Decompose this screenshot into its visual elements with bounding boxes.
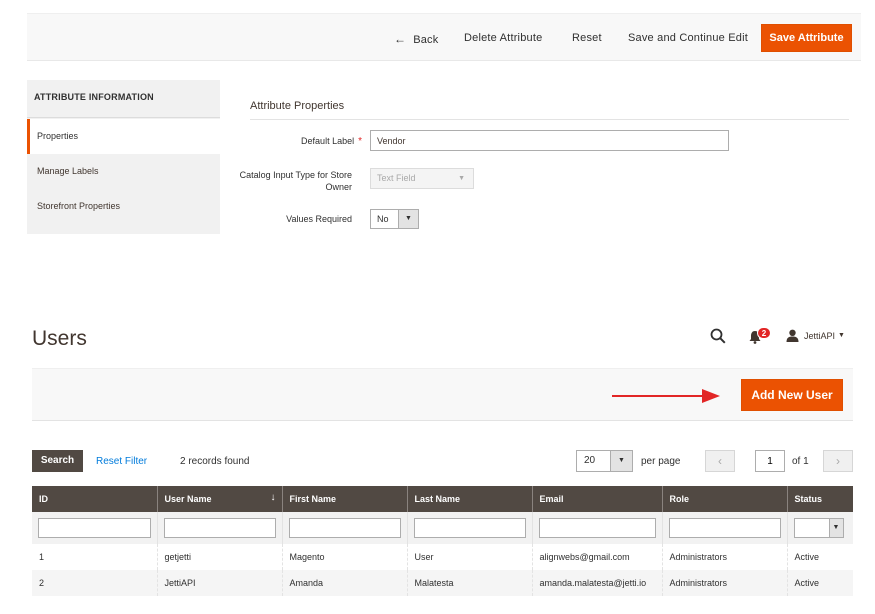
chevron-down-icon: ▼ [828, 519, 843, 537]
filter-id-input[interactable] [38, 518, 151, 538]
back-label: Back [413, 34, 439, 46]
attribute-action-bar: ← Back Delete Attribute Reset Save and Co… [27, 13, 861, 61]
values-required-select[interactable]: No ▼ [370, 209, 419, 229]
cell-last-name: Malatesta [406, 570, 532, 596]
cell-status: Active [786, 570, 853, 596]
input-type-select: Text Field ▼ [370, 168, 474, 189]
attribute-side-nav: ATTRIBUTE INFORMATION Properties Manage … [27, 80, 220, 234]
filter-cell-status: ▼ [786, 512, 853, 544]
add-new-user-button[interactable]: Add New User [741, 379, 843, 411]
filter-cell-last-name [406, 512, 532, 544]
table-row[interactable]: 2 JettiAPI Amanda Malatesta amanda.malat… [32, 570, 853, 596]
delete-attribute-button[interactable]: Delete Attribute [464, 32, 542, 44]
chevron-down-icon: ▼ [458, 175, 465, 182]
filter-user-name-input[interactable] [163, 518, 276, 538]
previous-page-button[interactable]: ‹ [705, 450, 735, 472]
account-username[interactable]: JettiAPI [804, 331, 835, 341]
arrow-left-icon: ← [394, 32, 407, 46]
section-divider [250, 119, 849, 120]
cell-user-name: JettiAPI [156, 570, 282, 596]
arrow-right-icon [612, 389, 720, 403]
users-grid: ID User Name ↓ First Name Last Name Email… [32, 486, 853, 596]
default-label-field-label: Default Label * [232, 136, 362, 147]
chevron-right-icon: › [836, 454, 840, 468]
user-icon[interactable] [786, 329, 799, 342]
cell-email: alignwebs@gmail.com [531, 544, 662, 570]
column-header-first-name[interactable]: First Name [281, 486, 407, 512]
filter-row: ▼ [32, 512, 853, 544]
section-title: Attribute Properties [250, 100, 345, 112]
cell-first-name: Magento [281, 544, 407, 570]
side-nav-item-storefront-properties[interactable]: Storefront Properties [27, 189, 220, 224]
page-title: Users [32, 327, 87, 350]
column-header-status[interactable]: Status [786, 486, 853, 512]
filter-cell-email [531, 512, 662, 544]
column-header-user-name-label: User Name [164, 494, 212, 504]
save-attribute-button[interactable]: Save Attribute [761, 24, 852, 52]
filter-cell-user-name [156, 512, 282, 544]
cell-email: amanda.malatesta@jetti.io [531, 570, 662, 596]
table-row[interactable]: 1 getjetti Magento User alignwebs@gmail.… [32, 544, 853, 570]
search-button[interactable]: Search [32, 450, 83, 472]
filter-last-name-input[interactable] [413, 518, 526, 538]
side-nav-item-properties[interactable]: Properties [27, 119, 220, 154]
input-type-field-label: Catalog Input Type for Store Owner [239, 170, 352, 192]
values-required-field-label: Values Required [286, 214, 352, 224]
per-page-select[interactable]: 20 ▼ [576, 450, 633, 472]
cell-role: Administrators [661, 544, 787, 570]
users-action-bar [32, 368, 853, 421]
filter-email-input[interactable] [538, 518, 656, 538]
per-page-label: per page [641, 456, 681, 467]
filter-first-name-input[interactable] [288, 518, 401, 538]
filter-cell-role [661, 512, 787, 544]
back-button[interactable]: ← Back [394, 32, 438, 46]
cell-id: 1 [32, 544, 157, 570]
chevron-down-icon: ▼ [398, 210, 418, 228]
input-type-value: Text Field [377, 173, 416, 183]
filter-role-input[interactable] [668, 518, 781, 538]
cell-status: Active [786, 544, 853, 570]
side-nav-item-manage-labels[interactable]: Manage Labels [27, 154, 220, 189]
notification-count-badge: 2 [757, 327, 771, 339]
current-page-input[interactable] [755, 450, 785, 472]
search-icon[interactable] [710, 328, 726, 344]
table-header-row: ID User Name ↓ First Name Last Name Email… [32, 486, 853, 512]
save-and-continue-button[interactable]: Save and Continue Edit [628, 32, 748, 44]
next-page-button[interactable]: › [823, 450, 853, 472]
column-header-last-name[interactable]: Last Name [406, 486, 532, 512]
records-found-count: 2 records found [180, 456, 250, 467]
side-nav-title: ATTRIBUTE INFORMATION [27, 80, 220, 118]
default-label-text: Default Label [301, 136, 355, 146]
column-header-role[interactable]: Role [661, 486, 787, 512]
default-label-input[interactable] [370, 130, 729, 151]
filter-cell-id [32, 512, 157, 544]
cell-user-name: getjetti [156, 544, 282, 570]
reset-button[interactable]: Reset [572, 32, 602, 44]
values-required-value: No [377, 214, 389, 224]
cell-last-name: User [406, 544, 532, 570]
chevron-left-icon: ‹ [718, 454, 722, 468]
required-star: * [358, 136, 362, 147]
reset-filter-link[interactable]: Reset Filter [96, 456, 147, 467]
cell-first-name: Amanda [281, 570, 407, 596]
caret-down-icon[interactable]: ▼ [838, 332, 845, 339]
cell-role: Administrators [661, 570, 787, 596]
chevron-down-icon: ▼ [610, 451, 632, 471]
filter-status-select[interactable]: ▼ [793, 518, 844, 538]
sort-down-arrow-icon: ↓ [270, 492, 276, 503]
total-pages-label: of 1 [792, 456, 809, 467]
per-page-value: 20 [584, 455, 596, 466]
column-header-id[interactable]: ID [32, 486, 157, 512]
filter-cell-first-name [281, 512, 407, 544]
column-header-email[interactable]: Email [531, 486, 662, 512]
cell-id: 2 [32, 570, 157, 596]
column-header-user-name[interactable]: User Name ↓ [156, 486, 282, 512]
